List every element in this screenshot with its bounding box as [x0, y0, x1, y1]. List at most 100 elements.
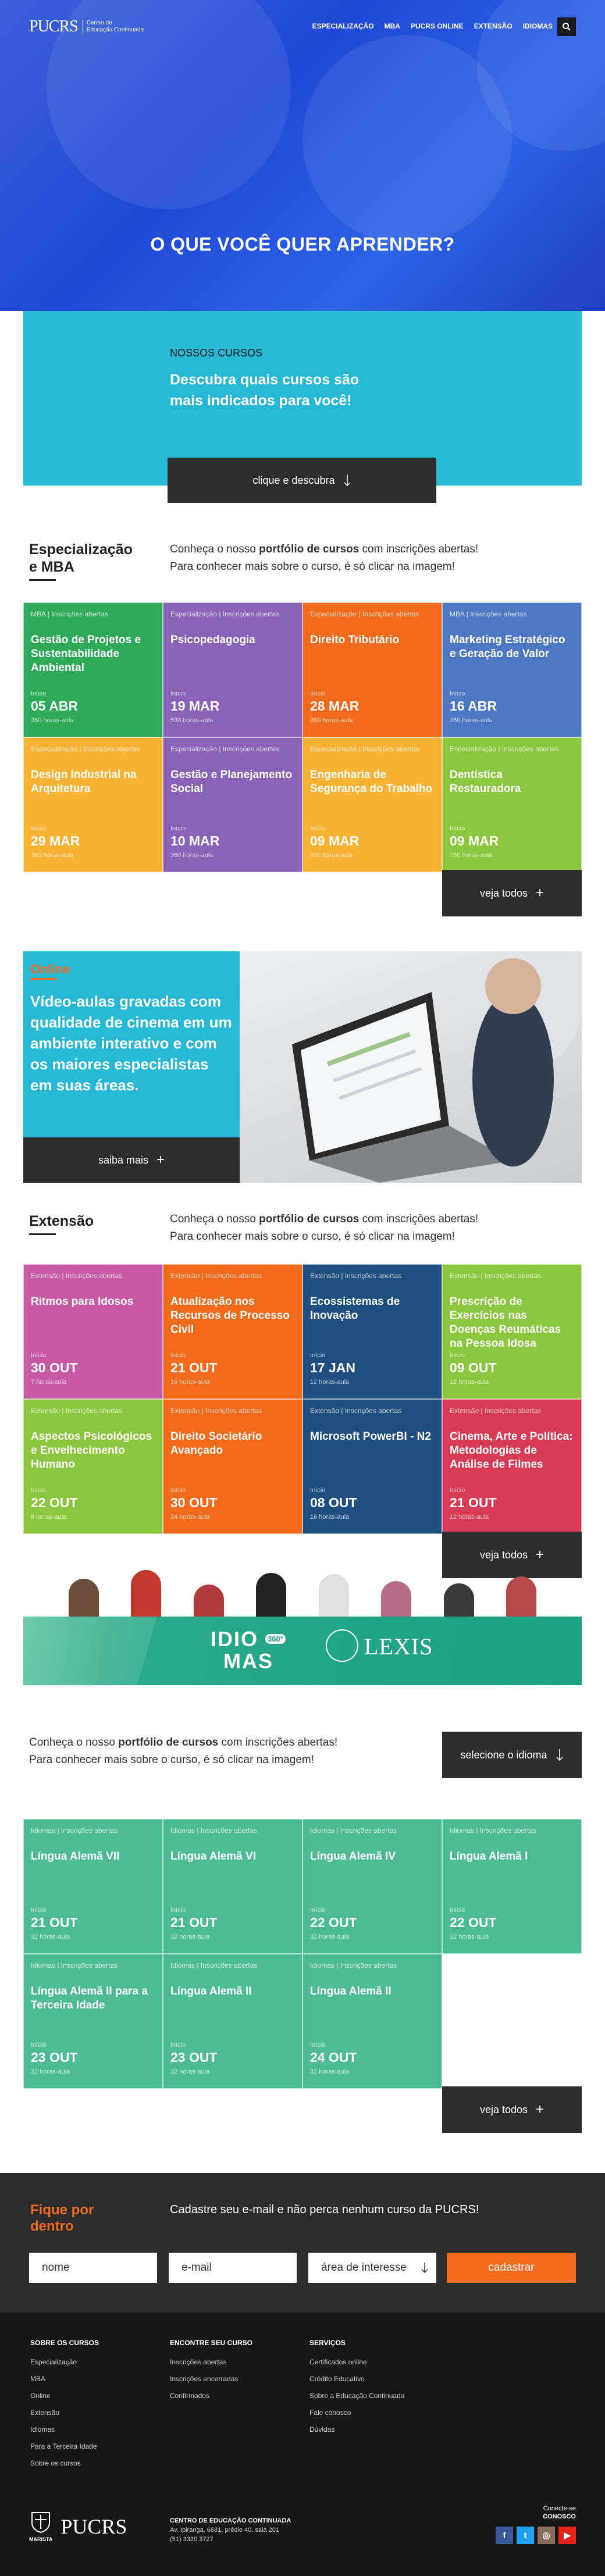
- course-card[interactable]: Idiomas | Inscrições abertas Língua Alemã…: [302, 1954, 442, 2089]
- arrow-down-icon: [421, 2263, 428, 2274]
- course-tag: Extensão | Inscrições abertas: [31, 1407, 123, 1415]
- course-title: Psicopedagogia: [170, 634, 255, 646]
- course-card[interactable]: MBA | Inscrições abertas Marketing Estrat…: [442, 602, 582, 737]
- course-start-label: Início: [170, 2042, 186, 2049]
- footer-link[interactable]: Crédito Educativo: [309, 2371, 404, 2388]
- youtube-icon[interactable]: ▶: [558, 2527, 576, 2544]
- extensao-intro: Conheça o nosso portfólio de cursos com …: [170, 1211, 478, 1246]
- course-tag: Idiomas | Inscrições abertas: [310, 1961, 397, 1970]
- facebook-icon[interactable]: f: [496, 2527, 513, 2544]
- footer-link[interactable]: MBA: [30, 2371, 99, 2388]
- footer-link[interactable]: Extensão: [30, 2404, 99, 2421]
- course-card[interactable]: Extensão | Inscrições abertas Atualização…: [163, 1264, 302, 1399]
- nav-idiomas[interactable]: IDIOMAS: [523, 22, 553, 30]
- course-card[interactable]: Especialização | Inscrições abertas Desig…: [23, 737, 163, 872]
- footer: SOBRE OS CURSOS Especialização MBA Onlin…: [0, 2313, 605, 2576]
- intro-text: Conheça o nosso: [170, 543, 259, 555]
- course-start-label: Início: [310, 690, 326, 697]
- online-laptop-image: [240, 951, 582, 1183]
- intro-text: Conheça o nosso: [170, 1213, 259, 1225]
- nav-especializacao[interactable]: ESPECIALIZAÇÃO: [312, 22, 374, 30]
- twitter-icon[interactable]: t: [517, 2527, 534, 2544]
- top-navigation: PUCRS Centro de Educação Continuada ESPEC…: [0, 0, 605, 52]
- course-card[interactable]: Idiomas | Inscrições abertas Língua Alemã…: [302, 1819, 442, 1954]
- course-card[interactable]: Especialização | Inscrições abertas Psico…: [163, 602, 302, 737]
- course-tag: Extensão | Inscrições abertas: [450, 1272, 542, 1280]
- course-card[interactable]: Extensão | Inscrições abertas Aspectos Ps…: [23, 1399, 163, 1534]
- course-start-label: Início: [310, 1352, 326, 1359]
- footer-link[interactable]: Idiomas: [30, 2421, 99, 2438]
- cursos-lead: Descubra quais cursos são mais indicados…: [170, 372, 360, 409]
- footer-link[interactable]: Para a Terceira Idade: [30, 2438, 99, 2455]
- course-hours: 24 horas-aula: [170, 1514, 210, 1521]
- extensao-title-text: Extensão: [29, 1213, 94, 1229]
- logo-subtitle: Centro de Educação Continuada: [82, 20, 144, 34]
- footer-col-cursos: SOBRE OS CURSOS Especialização MBA Onlin…: [30, 2339, 99, 2472]
- course-title: Língua Alemã II: [170, 1985, 252, 1997]
- veja-todos-especializacao-button[interactable]: veja todos +: [442, 870, 582, 916]
- course-title: Ritmos para Idosos: [31, 1296, 134, 1308]
- selecione-idioma-button[interactable]: selecione o idioma: [442, 1732, 582, 1778]
- course-start-label: Início: [310, 2042, 326, 2049]
- nav-extensao[interactable]: EXTENSÃO: [474, 22, 513, 30]
- footer-link[interactable]: Sobre os cursos: [30, 2455, 99, 2472]
- course-card[interactable]: Especialização | Inscrições abertas Gestã…: [163, 737, 302, 872]
- course-card[interactable]: Idiomas | Inscrições abertas Língua Alemã…: [23, 1954, 163, 2089]
- footer-link[interactable]: Especialização: [30, 2354, 99, 2371]
- name-field[interactable]: nome: [29, 2253, 157, 2283]
- course-card[interactable]: Extensão | Inscrições abertas Ecossistema…: [302, 1264, 442, 1399]
- course-card[interactable]: Idiomas | Inscrições abertas Língua Alemã…: [163, 1819, 302, 1954]
- course-card[interactable]: Idiomas | Inscrições abertas Língua Alemã…: [442, 1819, 582, 1954]
- course-card[interactable]: MBA | Inscrições abertas Gestão de Projet…: [23, 602, 163, 737]
- footer-link[interactable]: Inscrições abertas: [170, 2354, 252, 2371]
- footer-address: CENTRO DE EDUCAÇÃO CONTINUADA Av. Ipiran…: [170, 2516, 291, 2544]
- search-button[interactable]: [557, 17, 576, 36]
- arrow-down-icon: [344, 474, 351, 487]
- course-card[interactable]: Idiomas | Inscrições abertas Língua Alemã…: [163, 1954, 302, 2089]
- footer-link[interactable]: Inscrições encerradas: [170, 2371, 252, 2388]
- footer-link[interactable]: Certificados online: [309, 2354, 404, 2371]
- footer-pucrs-logo: PUCRS: [61, 2514, 127, 2538]
- footer-link[interactable]: Dúvidas: [309, 2421, 404, 2438]
- footer-link[interactable]: Sobre a Educação Continuada: [309, 2388, 404, 2404]
- footer-link[interactable]: Confirmados: [170, 2388, 252, 2404]
- idiomas-logo-line-1: IDIO: [211, 1627, 259, 1651]
- course-card[interactable]: Extensão | Inscrições abertas Prescrição …: [442, 1264, 582, 1399]
- footer-col-servicos: SERVIÇOS Certificados online Crédito Edu…: [309, 2339, 404, 2438]
- online-panel: Online Vídeo-aulas gravadas com qualidad…: [23, 951, 240, 1137]
- course-start-label: Início: [450, 825, 465, 832]
- cadastrar-button[interactable]: cadastrar: [447, 2253, 576, 2283]
- course-card[interactable]: Extensão | Inscrições abertas Microsoft P…: [302, 1399, 442, 1534]
- course-card[interactable]: Idiomas | Inscrições abertas Língua Alemã…: [23, 1819, 163, 1954]
- intro-text-2: Para conhecer mais sobre o curso, é só c…: [29, 1754, 314, 1766]
- course-card[interactable]: Especialização | Inscrições abertas Engen…: [302, 737, 442, 872]
- veja-todos-idiomas-button[interactable]: veja todos +: [442, 2086, 582, 2133]
- instagram-icon[interactable]: ◎: [538, 2527, 555, 2544]
- course-hours: 32 horas-aula: [170, 2068, 210, 2075]
- nav-mba[interactable]: MBA: [385, 22, 400, 30]
- pucrs-logo[interactable]: PUCRS Centro de Educação Continuada: [29, 17, 144, 36]
- course-card[interactable]: Especialização | Inscrições abertas Dentí…: [442, 737, 582, 872]
- discover-button[interactable]: clique e descubra: [168, 458, 436, 503]
- footer-link[interactable]: Fale conosco: [309, 2404, 404, 2421]
- course-card[interactable]: Extensão | Inscrições abertas Direito Soc…: [163, 1399, 302, 1534]
- saiba-mais-button[interactable]: saiba mais +: [23, 1137, 240, 1183]
- course-title: Ecossistemas de Inovação: [310, 1296, 400, 1322]
- course-date: 09 OUT: [450, 1360, 497, 1375]
- plus-icon: +: [536, 1547, 544, 1562]
- course-hours: 16 horas-aula: [310, 1514, 350, 1521]
- intro-bold: portfólio de cursos: [259, 1213, 360, 1225]
- newsletter-title-line-2: dentro: [30, 2218, 74, 2234]
- footer-brand[interactable]: MARISTA PUCRS: [29, 2510, 127, 2542]
- email-field[interactable]: e-mail: [169, 2253, 297, 2283]
- extensao-title: Extensão: [29, 1212, 94, 1235]
- course-card[interactable]: Extensão | Inscrições abertas Ritmos para…: [23, 1264, 163, 1399]
- course-card[interactable]: Especialização | Inscrições abertas Direi…: [302, 602, 442, 737]
- course-tag: Extensão | Inscrições abertas: [450, 1407, 542, 1415]
- interest-select[interactable]: área de interesse: [308, 2253, 436, 2283]
- course-start-label: Início: [31, 690, 47, 697]
- footer-link[interactable]: Online: [30, 2388, 99, 2404]
- course-start-label: Início: [450, 1487, 465, 1494]
- nav-pucrs-online[interactable]: PUCRS ONLINE: [411, 22, 464, 30]
- course-card[interactable]: Extensão | Inscrições abertas Cinema, Art…: [442, 1399, 582, 1534]
